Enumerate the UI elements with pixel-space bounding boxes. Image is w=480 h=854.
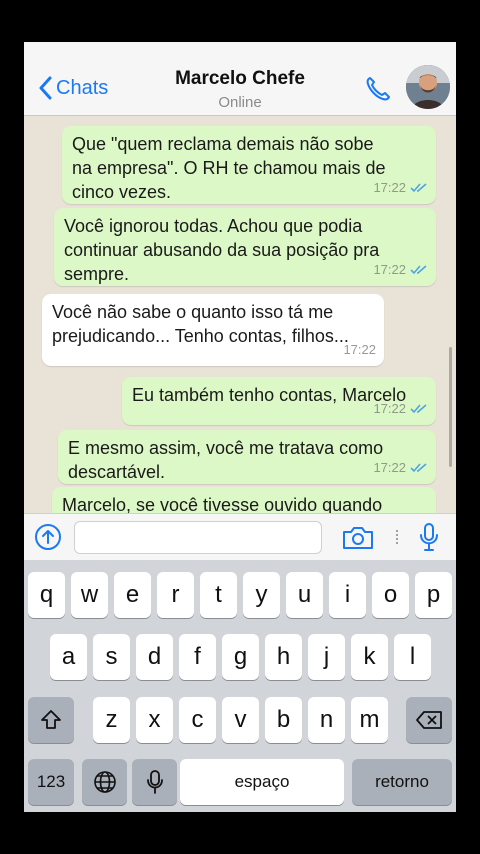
key-j[interactable]: j [308,634,345,680]
message-time: 17:22 [373,401,406,416]
message-list[interactable]: Que "quem reclama demais não sobe na emp… [24,117,456,513]
double-check-icon [410,463,427,473]
message-time: 17:22 [373,262,406,277]
globe-icon [93,771,116,793]
backspace-key[interactable] [406,697,452,743]
microphone-icon[interactable] [418,522,440,557]
key-m[interactable]: m [351,697,388,743]
scroll-indicator[interactable] [449,347,452,467]
message-text-line: Você não sabe o quanto isso tá me [52,302,334,322]
message-time: 17:22 [343,342,376,357]
message-bubble-outgoing: Que "quem reclama demais não sobe na emp… [62,126,436,204]
key-u[interactable]: u [286,572,323,618]
message-bubble-outgoing: Eu também tenho contas, Marcelo 17:22 [122,377,436,425]
key-n[interactable]: n [308,697,345,743]
key-c[interactable]: c [179,697,216,743]
space-key[interactable]: espaço [180,759,344,805]
key-s[interactable]: s [93,634,130,680]
message-bubble-outgoing: Você ignorou todas. Achou que podia cont… [54,208,436,286]
key-k[interactable]: k [351,634,388,680]
key-t[interactable]: t [200,572,237,618]
return-key[interactable]: retorno [352,759,452,805]
avatar[interactable] [406,65,450,109]
camera-icon[interactable] [342,526,374,555]
key-h[interactable]: h [265,634,302,680]
input-bar [24,513,456,560]
message-time: 17:22 [373,460,406,475]
key-d[interactable]: d [136,634,173,680]
message-time: 17:22 [373,180,406,195]
double-check-icon [410,265,427,275]
upload-icon[interactable] [34,523,62,556]
key-w[interactable]: w [71,572,108,618]
message-text-line: Você ignorou todas. Achou que podia [64,216,363,236]
phone-screen: Chats Marcelo Chefe Online Que "quem rec… [24,42,456,812]
dictation-key[interactable] [132,759,177,805]
message-text-line: Marcelo, se você tivesse ouvido quando [62,495,383,513]
message-bubble-outgoing: Marcelo, se você tivesse ouvido quando [52,487,436,513]
message-text-line: sempre. [64,264,130,284]
key-a[interactable]: a [50,634,87,680]
message-text-line: prejudicando... Tenho contas, filhos... [52,326,349,346]
message-text-line: Que "quem reclama demais não sobe [72,134,374,154]
message-text-line: descartável. [68,462,166,482]
key-g[interactable]: g [222,634,259,680]
microphone-icon [146,770,163,794]
key-e[interactable]: e [114,572,151,618]
message-bubble-incoming: Você não sabe o quanto isso tá me prejud… [42,294,384,366]
message-text-line: continuar abusando da sua posição pra [64,240,380,260]
double-check-icon [410,404,427,414]
key-z[interactable]: z [93,697,130,743]
key-x[interactable]: x [136,697,173,743]
message-meta: 17:22 [373,258,428,282]
key-y[interactable]: y [243,572,280,618]
message-input[interactable] [74,521,322,554]
shift-icon [41,710,61,729]
key-l[interactable]: l [394,634,431,680]
message-meta: 17:22 [373,456,428,480]
key-v[interactable]: v [222,697,259,743]
key-q[interactable]: q [28,572,65,618]
message-bubble-outgoing: E mesmo assim, você me tratava como desc… [58,430,436,484]
message-meta: 17:22 [373,397,428,421]
shift-key[interactable] [28,697,74,743]
key-o[interactable]: o [372,572,409,618]
key-r[interactable]: r [157,572,194,618]
message-text-line: E mesmo assim, você me tratava como [68,438,384,458]
phone-icon[interactable] [364,75,392,108]
key-f[interactable]: f [179,634,216,680]
key-b[interactable]: b [265,697,302,743]
double-check-icon [410,183,427,193]
key-p[interactable]: p [415,572,452,618]
message-meta: 17:22 [373,176,428,200]
key-i[interactable]: i [329,572,366,618]
message-meta: 17:22 [343,338,376,362]
numbers-key[interactable]: 123 [28,759,74,805]
keyboard: q w e r t y u i o p a s d f g h j k l z … [24,560,456,812]
divider [396,530,398,544]
globe-key[interactable] [82,759,127,805]
backspace-icon [416,711,442,729]
chat-header: Chats Marcelo Chefe Online [24,42,456,116]
